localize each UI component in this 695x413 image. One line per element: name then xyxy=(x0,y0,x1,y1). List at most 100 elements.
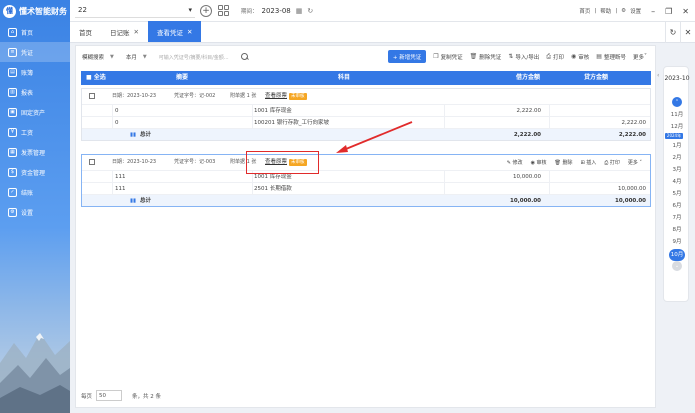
toolbar: 模糊搜索 ▼ 本月 ▼ 可输入凭证号/摘要/科目/金额... + 新增凭证 ❐ 复制凭… xyxy=(76,46,655,68)
sidebar-item-fund[interactable]: $ 资金管理 xyxy=(0,162,70,182)
apps-grid-icon[interactable] xyxy=(218,5,229,16)
voucher-checkbox[interactable] xyxy=(89,159,95,165)
close-window-icon[interactable]: ✕ xyxy=(682,7,689,16)
refresh-icon[interactable]: ↻ xyxy=(665,22,680,43)
org-select[interactable]: 22 ▾ xyxy=(75,4,195,18)
audit-button[interactable]: ◉ 审核 xyxy=(531,159,547,166)
month-item[interactable]: 1月 xyxy=(664,141,690,149)
link-home[interactable]: 首页 xyxy=(579,7,590,15)
sidebar-item-voucher[interactable]: ≡ 凭证 xyxy=(0,42,70,62)
table-row[interactable]: 111 1001 库存现金 10,000.00 xyxy=(82,170,650,182)
sidebar-item-close-account[interactable]: ✓ 结账 xyxy=(0,182,70,202)
month-item[interactable]: 8月 xyxy=(664,225,690,233)
view-original-link[interactable]: 查看原票 xyxy=(265,89,287,104)
month-item[interactable]: 5月 xyxy=(664,189,690,197)
sidebar-item-label: 账簿 xyxy=(21,69,34,77)
tab-journal[interactable]: 日记账 ✕ xyxy=(101,21,148,42)
close-account-icon: ✓ xyxy=(8,187,17,197)
month-item[interactable]: 12月 xyxy=(664,122,690,130)
close-all-icon[interactable]: ✕ xyxy=(680,22,695,43)
more-button[interactable]: 更多 ˅ xyxy=(633,53,649,61)
button-label: 打印 xyxy=(609,160,620,166)
sidebar-item-label: 资金管理 xyxy=(21,169,46,177)
sidebar-item-book[interactable]: ▤ 账簿 xyxy=(0,62,70,82)
month-item[interactable]: 9月 xyxy=(664,237,690,245)
sidebar-item-label: 设置 xyxy=(21,209,34,217)
search-placeholder: 可输入凭证号/摘要/科目/金额... xyxy=(158,54,229,61)
link-settings[interactable]: 设置 xyxy=(630,7,641,15)
refresh-icon[interactable]: ↻ xyxy=(307,7,313,15)
month-item[interactable]: 11月 xyxy=(664,110,690,118)
calendar-icon[interactable]: ▦ xyxy=(296,7,303,15)
tab-view-voucher[interactable]: 查看凭证 ✕ xyxy=(147,21,202,42)
total-credit: 2,222.00 xyxy=(618,132,646,138)
search-icon[interactable] xyxy=(240,52,250,62)
year-tag: 2024年 xyxy=(665,133,683,139)
month-item[interactable]: 2月 xyxy=(664,153,690,161)
button-label: 删除 xyxy=(562,160,573,166)
total-debit: 2,222.00 xyxy=(513,132,541,138)
insert-button[interactable]: ⊞ 插入 xyxy=(580,159,596,166)
add-circle-icon[interactable]: + xyxy=(200,4,212,17)
per-page-label: 每页 xyxy=(81,393,93,400)
audit-button[interactable]: ◉ 审核 xyxy=(571,53,589,61)
period-filter-select[interactable]: 本月 ▼ xyxy=(126,53,147,61)
table-row[interactable]: 0 1001 库存现金 2,222.00 xyxy=(82,104,650,116)
filter-mode-select[interactable]: 模糊搜索 ▼ xyxy=(82,53,114,61)
scroll-down-icon[interactable]: ⌄ xyxy=(672,261,682,271)
print-button[interactable]: ⎙ 打印 xyxy=(546,53,564,61)
close-icon[interactable]: ✕ xyxy=(187,28,192,36)
sidebar-item-salary[interactable]: ¥ 工资 xyxy=(0,122,70,142)
button-label: 插入 xyxy=(586,160,597,166)
app-logo: 懂 懂术智能财务 xyxy=(0,0,70,22)
month-item-current[interactable]: 10月 xyxy=(669,249,685,261)
logo-icon: 懂 xyxy=(3,4,16,18)
edit-button[interactable]: ✎ 修改 xyxy=(507,159,523,166)
scroll-up-icon[interactable]: ⌃ xyxy=(672,97,682,107)
renumber-button[interactable]: ▤ 整理断号 xyxy=(596,53,626,61)
chevron-left-icon[interactable]: ‹ xyxy=(657,72,659,79)
delete-voucher-button[interactable]: 🗑 删除凭证 xyxy=(470,53,502,61)
voucher-card: 日期：2023-10-23 凭证字号：记-003 附单据 1 张 查看原票 未审… xyxy=(81,154,651,207)
more-button[interactable]: 更多 ˅ xyxy=(628,159,642,166)
print-button[interactable]: ⎙ 打印 xyxy=(604,159,620,166)
per-page-input[interactable]: 50 xyxy=(96,390,123,401)
settings-icon[interactable]: ⚙ xyxy=(621,8,626,14)
minimize-icon[interactable]: – xyxy=(651,7,655,16)
sidebar-item-invoice[interactable]: ▦ 发票管理 xyxy=(0,142,70,162)
voucher-checkbox[interactable] xyxy=(89,93,95,99)
button-label: 更多 xyxy=(632,54,644,61)
chevron-down-icon: ▼ xyxy=(142,54,147,60)
import-export-button[interactable]: ⇅ 导入/导出 xyxy=(508,53,539,61)
period-value[interactable]: 2023-08 xyxy=(262,7,291,15)
delete-button[interactable]: 🗑 删除 xyxy=(555,159,573,166)
button-label: 审核 xyxy=(536,160,547,166)
tab-tools: ↻ ✕ xyxy=(665,22,695,43)
tab-home[interactable]: 首页 xyxy=(70,21,101,42)
new-voucher-button[interactable]: + 新增凭证 xyxy=(387,50,427,63)
month-item[interactable]: 7月 xyxy=(664,213,690,221)
table-row[interactable]: 0 100201 银行存款_工行向家坡 2,222.00 xyxy=(82,116,650,128)
close-icon[interactable]: ✕ xyxy=(134,28,139,36)
trash-icon: 🗑 xyxy=(469,53,478,60)
sidebar-item-asset[interactable]: ▣ 固定资产 xyxy=(0,102,70,122)
total-debit: 10,000.00 xyxy=(510,198,541,204)
maximize-icon[interactable]: ❐ xyxy=(665,7,672,16)
tab-label: 日记账 xyxy=(110,28,130,37)
month-item[interactable]: 3月 xyxy=(664,165,690,173)
search-input[interactable]: 可输入凭证号/摘要/科目/金额... xyxy=(159,52,234,62)
button-label: 删除凭证 xyxy=(479,54,502,61)
copy-voucher-button[interactable]: ❐ 复制凭证 xyxy=(433,53,462,61)
import-export-icon: ⇅ xyxy=(508,53,514,60)
bar-chart-icon: ▮▮ xyxy=(130,198,137,204)
table-row[interactable]: 111 2501 长期借款 10,000.00 xyxy=(82,182,650,194)
sidebar-item-settings[interactable]: ⚙ 设置 xyxy=(0,202,70,222)
select-all-checkbox[interactable]: ■ 全选 xyxy=(86,71,106,85)
sidebar-item-report[interactable]: ▥ 报表 xyxy=(0,82,70,102)
month-item[interactable]: 4月 xyxy=(664,177,690,185)
voucher-card: 日期：2023-10-23 凭证字号：记-002 附单据 1 张 查看原票 未审… xyxy=(81,88,651,141)
month-item[interactable]: 6月 xyxy=(664,201,690,209)
link-help[interactable]: 帮助 xyxy=(600,7,611,15)
sidebar-item-home[interactable]: ⌂ 首页 xyxy=(0,22,70,42)
book-icon: ▤ xyxy=(8,67,17,77)
